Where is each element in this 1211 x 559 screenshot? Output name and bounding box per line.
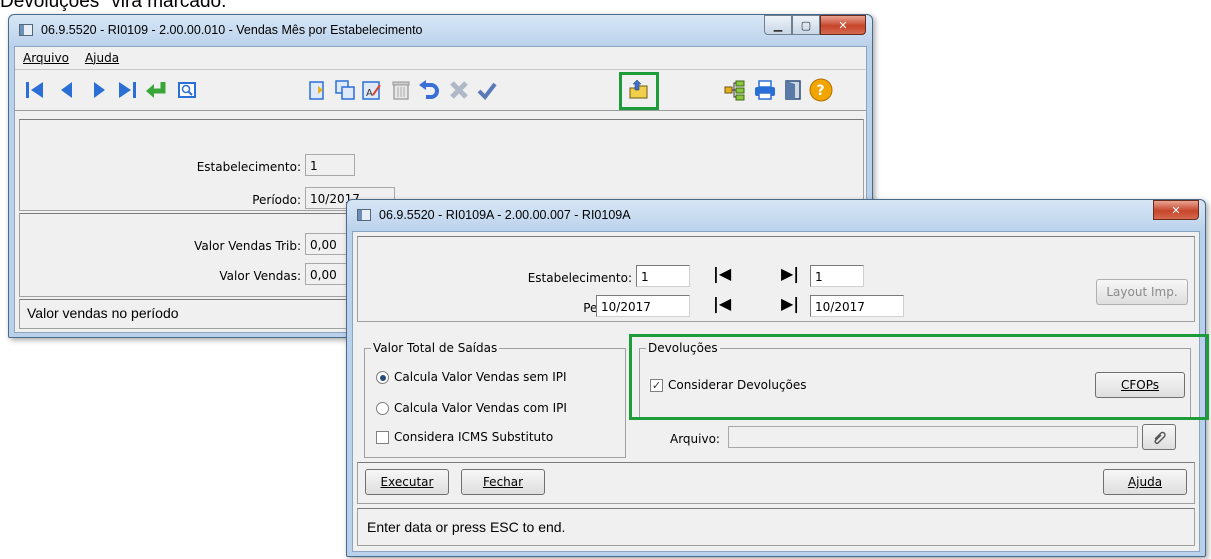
toolbar: A ? — [15, 70, 866, 111]
dialog-estabelecimento-label: Estabelecimento: — [527, 271, 632, 285]
estabelecimento-label: Estabelecimento: — [196, 160, 301, 174]
periodo-from-input[interactable]: 10/2017 — [596, 295, 690, 317]
close-button[interactable]: ✕ — [820, 15, 866, 35]
cancel-icon[interactable] — [447, 78, 471, 102]
valor-total-title: Valor Total de Saídas — [371, 341, 500, 355]
svg-text:A: A — [366, 88, 373, 99]
undo-icon[interactable] — [417, 78, 441, 102]
delete-icon[interactable] — [389, 78, 413, 102]
first-icon[interactable] — [23, 78, 47, 102]
help-icon[interactable]: ? — [809, 78, 833, 102]
maximize-icon: ▢ — [800, 18, 812, 32]
arquivo-input[interactable] — [728, 426, 1138, 448]
menu-ajuda[interactable]: Ajuda — [85, 51, 119, 65]
new-icon[interactable] — [305, 78, 329, 102]
executar-button[interactable]: Executar — [365, 469, 449, 495]
fechar-button[interactable]: Fechar — [461, 469, 545, 495]
window-icon — [19, 24, 33, 36]
minimize-button[interactable]: ▁ — [764, 15, 792, 35]
first-icon[interactable]: |◀ — [713, 264, 731, 283]
main-panel-top — [19, 119, 864, 211]
main-title-bar: 06.9.5520 - RI0109 - 2.00.00.010 - Venda… — [9, 15, 872, 45]
devolucoes-highlight — [629, 334, 1209, 420]
zoom-icon[interactable] — [175, 78, 199, 102]
dialog-close-button[interactable]: ✕ — [1153, 200, 1199, 220]
icms-substituto-checkbox[interactable] — [376, 431, 389, 444]
close-icon: ✕ — [838, 18, 848, 32]
valor-vendas-label: Valor Vendas: — [219, 269, 301, 283]
goto-icon[interactable] — [143, 78, 167, 102]
print-icon[interactable] — [753, 78, 777, 102]
dialog-title-bar: 06.9.5520 - RI0109A - 2.00.00.007 - RI01… — [347, 200, 1205, 230]
menu-arquivo[interactable]: Arquivo — [23, 51, 69, 65]
dialog-client-area: Estabelecimento: 1 |◀ ▶| 1 Período: 10/2… — [352, 231, 1209, 552]
caption-text: Devoluções" vira marcado. — [0, 0, 227, 12]
first-icon[interactable]: |◀ — [713, 294, 731, 313]
import-highlight — [619, 72, 659, 110]
estabelecimento-from-input[interactable]: 1 — [636, 265, 690, 287]
last-icon[interactable]: ▶| — [781, 264, 799, 283]
radio-com-ipi-label: Calcula Valor Vendas com IPI — [394, 401, 567, 415]
tree-icon[interactable] — [723, 78, 747, 102]
menu-bar: Arquivo Ajuda — [15, 47, 866, 70]
dialog-status-text: Enter data or press ESC to end. — [367, 519, 566, 535]
browse-file-button[interactable] — [1142, 424, 1176, 450]
dialog-window: 06.9.5520 - RI0109A - 2.00.00.007 - RI01… — [346, 199, 1209, 557]
icms-substituto-label: Considera ICMS Substituto — [394, 430, 554, 444]
last-icon[interactable] — [115, 78, 139, 102]
last-icon[interactable]: ▶| — [781, 294, 799, 313]
dialog-title: 06.9.5520 - RI0109A - 2.00.00.007 - RI01… — [379, 208, 631, 222]
estabelecimento-to-input[interactable]: 1 — [810, 265, 864, 287]
next-icon[interactable] — [87, 78, 111, 102]
layout-imp-button[interactable]: Layout Imp. — [1096, 279, 1188, 305]
main-status-text: Valor vendas no período — [27, 305, 179, 321]
maximize-button[interactable]: ▢ — [792, 15, 820, 35]
periodo-to-input[interactable]: 10/2017 — [810, 295, 904, 317]
arquivo-label: Arquivo: — [670, 432, 720, 446]
estabelecimento-field[interactable]: 1 — [305, 154, 355, 176]
prev-icon[interactable] — [55, 78, 79, 102]
dialog-window-icon — [357, 209, 371, 221]
confirm-icon[interactable] — [475, 78, 499, 102]
periodo-label: Período: — [252, 193, 301, 207]
exit-icon[interactable] — [781, 78, 805, 102]
main-window-title: 06.9.5520 - RI0109 - 2.00.00.010 - Venda… — [41, 23, 423, 37]
radio-com-ipi[interactable] — [376, 402, 389, 415]
dialog-range-panel — [357, 236, 1195, 322]
radio-sem-ipi-label: Calcula Valor Vendas sem IPI — [394, 370, 567, 384]
paperclip-icon — [1154, 431, 1166, 444]
close-icon: ✕ — [1171, 203, 1181, 217]
ajuda-button[interactable]: Ajuda — [1103, 469, 1187, 495]
edit-icon[interactable]: A — [359, 78, 383, 102]
svg-text:?: ? — [817, 83, 825, 99]
valor-vendas-trib-label: Valor Vendas Trib: — [194, 239, 301, 253]
radio-sem-ipi[interactable] — [376, 371, 389, 384]
copy-icon[interactable] — [333, 78, 357, 102]
minimize-icon: ▁ — [773, 18, 783, 32]
